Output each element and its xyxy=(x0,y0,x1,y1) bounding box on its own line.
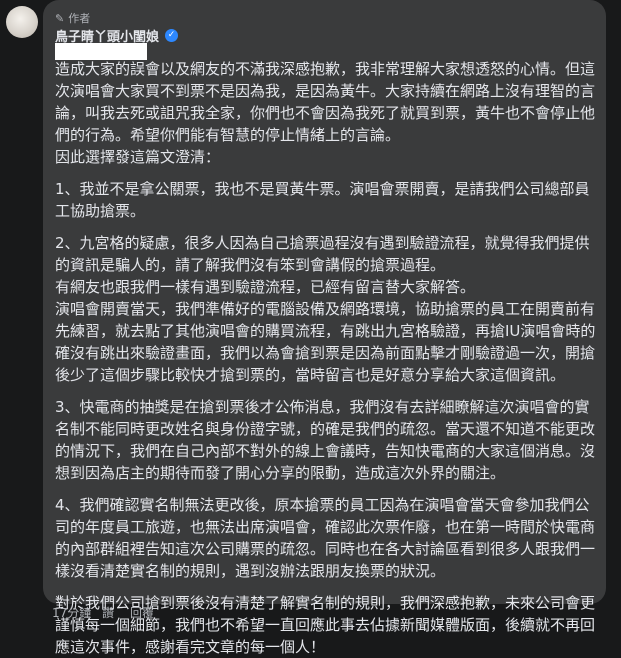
timestamp-link[interactable]: 17分鐘 xyxy=(52,604,102,621)
avatar[interactable] xyxy=(6,6,38,38)
paragraph-point-2c: 演唱會開賣當天，我們準備好的電腦設備及網路環境，協助搶票的員工在開賣前有先練習，… xyxy=(55,300,596,384)
comment-bubble: ✎ 作者 鳥子睛丫頭小閨娘 ✓ 造成大家的誤會以及網友的不滿我深感抱歉，我非常理… xyxy=(43,0,606,656)
paragraph-point-3: 3、快電商的抽獎是在搶到票後才公佈消息，我們沒有去詳細瞭解這次演唱會的實名制不能… xyxy=(55,398,596,482)
paragraph-point-1: 1、我並不是拿公關票，我也不是買黃牛票。演唱會票開賣，是請我們公司總部員工協助搶… xyxy=(55,180,590,220)
paragraph-point-4: 4、我們確認實名制無法更改後，原本搶票的員工因為在演唱會當天會參加我們公司的年度… xyxy=(55,496,596,580)
paragraph-point-2: 2、九宮格的疑慮，很多人因為自己搶票過程沒有遇到驗證流程，就覺得我們提供的資訊是… xyxy=(55,234,590,274)
paragraph-point-2b: 有網友也跟我們一樣有遇到驗證流程，已經有留言替大家解答。 xyxy=(55,278,476,296)
comment-content: 造成大家的誤會以及網友的不滿我深感抱歉，我非常理解大家想透怒的心情。但這次演唱會… xyxy=(55,58,599,658)
pen-icon: ✎ xyxy=(55,11,65,25)
paragraph-clarify: 因此選擇發這篇文澄清： xyxy=(55,148,221,166)
like-button[interactable]: 讚 xyxy=(102,604,130,621)
paragraph-intro: 造成大家的誤會以及網友的不滿我深感抱歉，我非常理解大家想透怒的心情。但這次演唱會… xyxy=(55,60,596,144)
verified-badge-icon: ✓ xyxy=(165,29,179,42)
author-badge: ✎ 作者 xyxy=(55,10,90,26)
paragraph-closing: 對於我們公司搶到票後沒有清楚了解實名制的規則，我們深感抱歉，未來公司會更謹慎每一… xyxy=(55,594,596,656)
reply-button[interactable]: 回覆 xyxy=(130,604,154,621)
author-badge-label: 作者 xyxy=(68,12,91,25)
comment-actions: 17分鐘 讚 回覆 xyxy=(52,604,154,621)
